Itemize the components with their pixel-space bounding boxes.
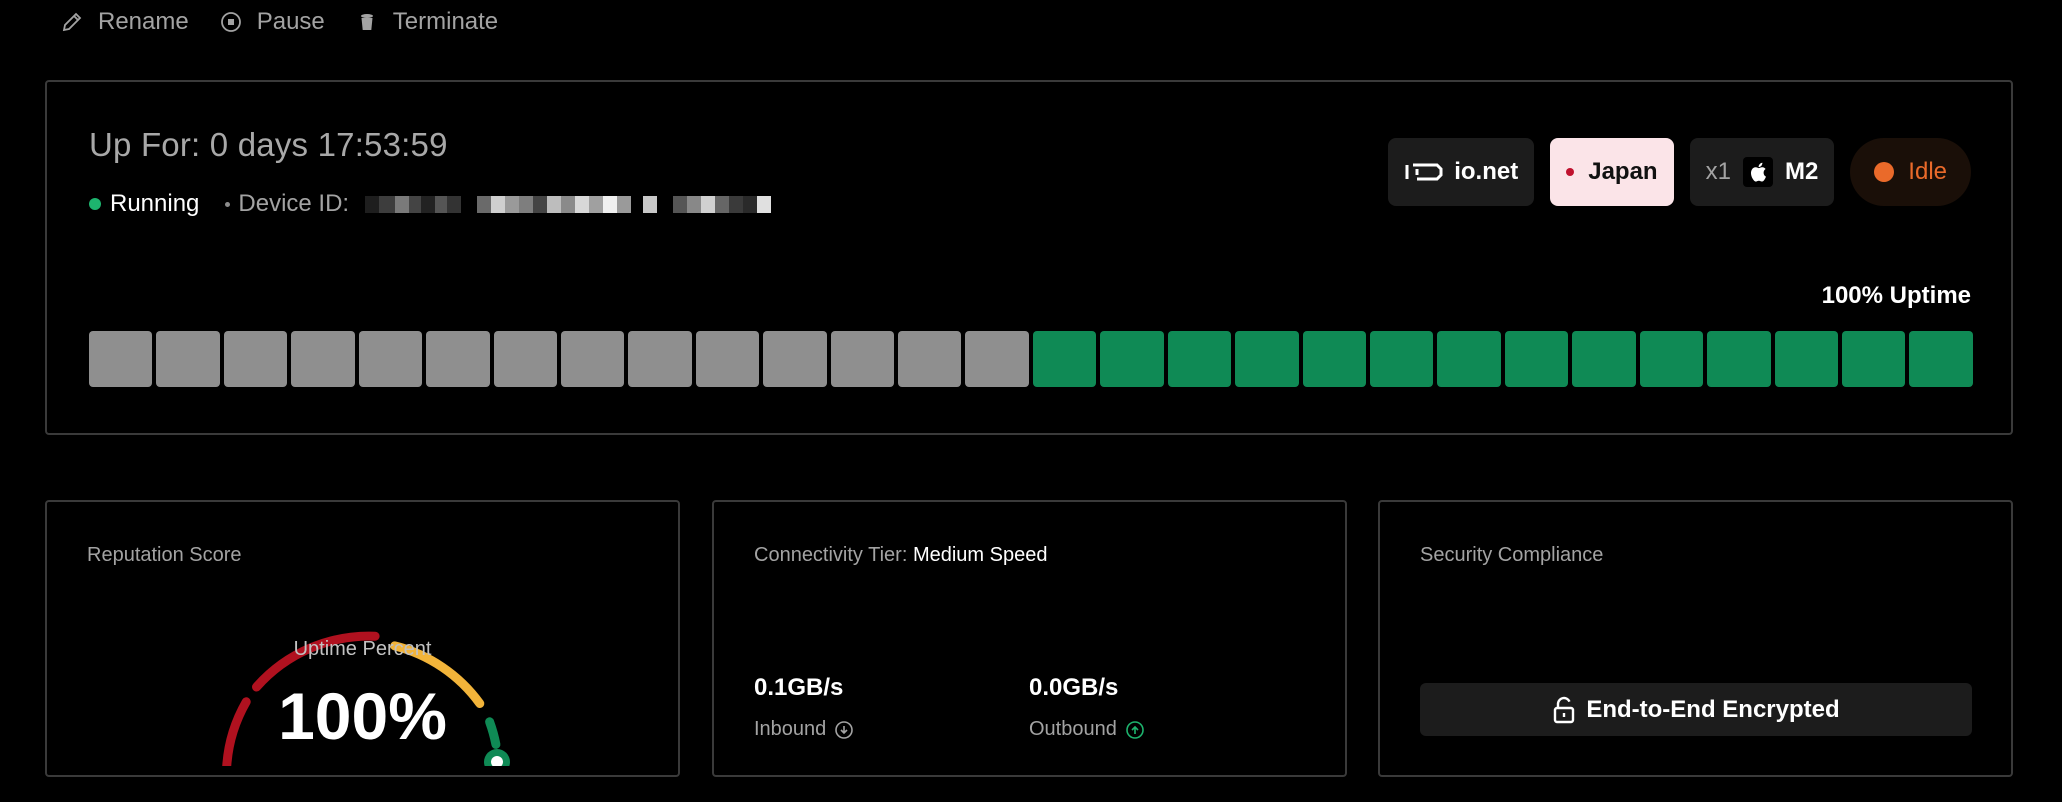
device-toolbar: Rename Pause Terminate <box>60 6 528 38</box>
chip-label: M2 <box>1784 158 1819 185</box>
status-dot <box>89 198 101 210</box>
uptime-bar[interactable] <box>1437 331 1501 387</box>
uptime-bar[interactable] <box>560 331 625 387</box>
location-label: Japan <box>1588 158 1658 185</box>
status-row: Running Device ID: <box>89 190 772 218</box>
pause-label: Pause <box>256 8 325 35</box>
network-label: io.net <box>1454 158 1519 185</box>
gauge-label: Uptime Percent <box>293 638 432 660</box>
terminate-label: Terminate <box>392 8 499 35</box>
uptime-bar[interactable] <box>1639 331 1704 387</box>
security-title: Security Compliance <box>1420 544 1604 566</box>
uptime-bar[interactable] <box>89 331 153 387</box>
uptime-bar[interactable] <box>1572 331 1636 387</box>
location-dot <box>1566 168 1575 176</box>
uptime-percent-label: 100% Uptime <box>1821 282 1971 309</box>
uptime-bar[interactable] <box>1100 331 1164 387</box>
reputation-card: Reputation Score Uptime Percent 100% <box>45 500 680 781</box>
device-badges: io.net Japan x1 M2 Idle <box>1388 138 1971 206</box>
uptime-bar[interactable] <box>1370 331 1434 387</box>
pause-circle-icon <box>220 12 241 32</box>
arrow-down-circle-icon <box>835 720 854 739</box>
state-dot <box>1874 162 1895 182</box>
uptime-bar[interactable] <box>628 331 692 387</box>
connectivity-title-label: Connectivity Tier: <box>754 544 908 566</box>
security-card: Security Compliance End-to-End Encrypted <box>1378 500 2013 777</box>
inbound-value: 0.1GB/s <box>754 674 844 701</box>
arrow-up-circle-icon <box>1126 720 1144 739</box>
uptime-bar[interactable] <box>695 331 760 387</box>
uptime-bar[interactable] <box>156 331 220 387</box>
uptime-bar[interactable] <box>493 331 557 387</box>
inbound-label-row: Inbound <box>754 718 854 741</box>
connectivity-card: Connectivity Tier: Medium Speed 0.1GB/s … <box>712 500 1347 777</box>
uptime-bar[interactable] <box>1707 331 1771 387</box>
network-badge: io.net <box>1388 138 1535 206</box>
reputation-title: Reputation Score <box>87 544 242 566</box>
uptime-bar[interactable] <box>426 331 490 387</box>
connectivity-title: Connectivity Tier: Medium Speed <box>754 544 1047 567</box>
rename-button[interactable]: Rename <box>60 8 189 36</box>
outbound-speed: 0.0GB/s Outbound <box>1029 674 1145 741</box>
outbound-label: Outbound <box>1029 718 1117 740</box>
separator-dot <box>225 201 231 207</box>
uptime-bar[interactable] <box>1909 331 1973 387</box>
uptime-bar[interactable] <box>898 331 962 387</box>
uptime-bar[interactable] <box>1774 331 1838 387</box>
connectivity-tier: Medium Speed <box>912 544 1048 566</box>
location-badge: Japan <box>1550 138 1674 206</box>
inbound-label: Inbound <box>754 718 827 740</box>
state-badge: Idle <box>1850 138 1971 206</box>
uptime-bars <box>89 331 1973 387</box>
uptime-bar[interactable] <box>291 331 355 387</box>
uptime-bar[interactable] <box>223 331 288 387</box>
uptime-bar[interactable] <box>830 331 895 387</box>
device-id-redacted <box>365 194 772 214</box>
lock-icon <box>1554 696 1575 723</box>
gauge-value: 100% <box>278 679 447 753</box>
terminate-button[interactable]: Terminate <box>355 8 498 36</box>
pencil-icon <box>62 12 82 32</box>
pause-button[interactable]: Pause <box>219 8 325 36</box>
outbound-value: 0.0GB/s <box>1029 674 1119 701</box>
io-net-logo-icon <box>1405 163 1443 181</box>
device-status-card: Up For: 0 days 17:53:59 Running Device I… <box>45 80 2013 435</box>
chip-badge: x1 M2 <box>1689 138 1835 206</box>
device-id-label: Device ID: <box>238 190 350 217</box>
state-label: Idle <box>1908 158 1947 185</box>
uptime-bar[interactable] <box>1032 331 1097 387</box>
uptime-bar[interactable] <box>1504 331 1569 387</box>
inbound-speed: 0.1GB/s Inbound <box>754 674 854 741</box>
end-to-end-encrypted-button[interactable]: End-to-End Encrypted <box>1420 683 1972 736</box>
rename-label: Rename <box>98 8 189 35</box>
apple-icon <box>1742 157 1773 187</box>
status-text: Running <box>110 190 200 217</box>
uptime-bar[interactable] <box>1841 331 1906 387</box>
outbound-label-row: Outbound <box>1029 718 1145 741</box>
trash-icon <box>360 14 373 30</box>
uptime-duration: Up For: 0 days 17:53:59 <box>89 126 448 163</box>
chip-count: x1 <box>1705 158 1731 185</box>
uptime-bar[interactable] <box>763 331 827 387</box>
uptime-bar[interactable] <box>1167 331 1232 387</box>
uptime-bar[interactable] <box>358 331 423 387</box>
uptime-bar[interactable] <box>1235 331 1299 387</box>
uptime-bar[interactable] <box>1302 331 1367 387</box>
uptime-bar[interactable] <box>965 331 1029 387</box>
encryption-label: End-to-End Encrypted <box>1586 695 1840 723</box>
